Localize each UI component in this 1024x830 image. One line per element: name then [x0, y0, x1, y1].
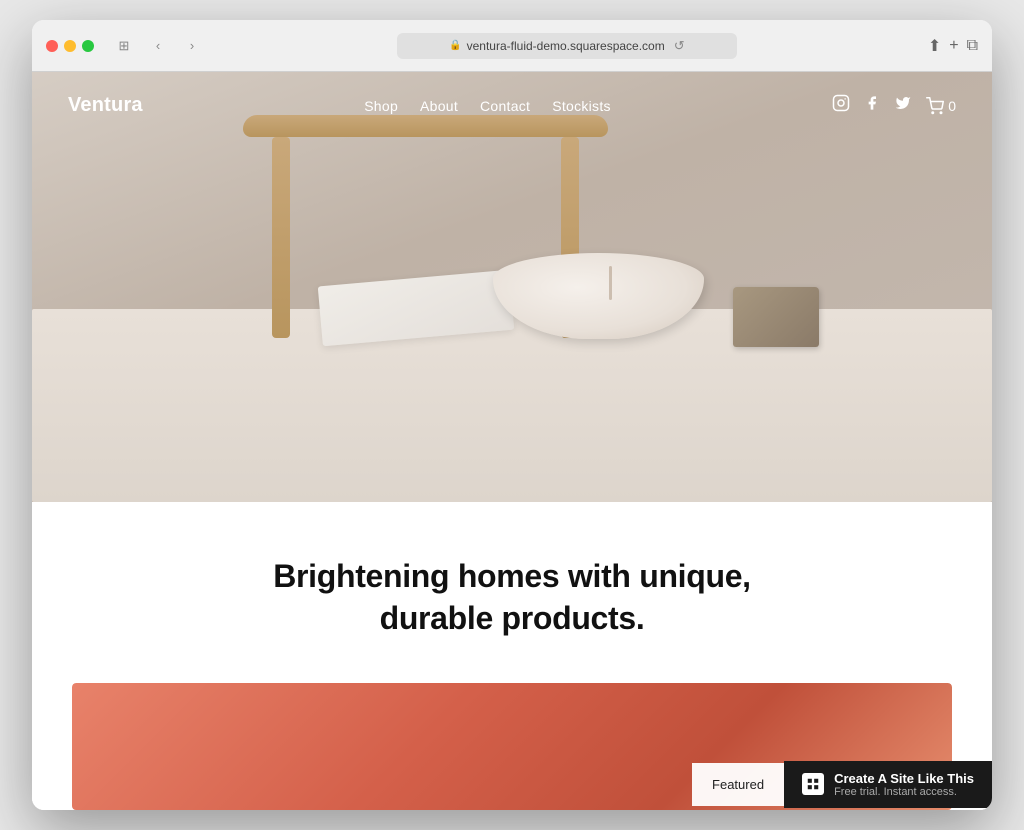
nav-stockists[interactable]: Stockists: [552, 98, 611, 114]
site-nav: Ventura Shop About Contact Stockists: [32, 72, 992, 139]
address-bar-wrap: 🔒 ventura-fluid-demo.squarespace.com ↺: [216, 33, 918, 59]
cta-main-text: Create A Site Like This: [834, 771, 974, 786]
facebook-icon[interactable]: [864, 94, 880, 117]
tagline-section: Brightening homes with unique, durable p…: [32, 502, 992, 683]
site-wrapper: Ventura Shop About Contact Stockists: [32, 72, 992, 810]
reload-icon[interactable]: ↺: [674, 38, 685, 54]
traffic-lights: [46, 40, 94, 52]
share-icon[interactable]: ⬆: [928, 36, 941, 56]
browser-window: ⊞ ‹ › 🔒 ventura-fluid-demo.squarespace.c…: [32, 20, 992, 810]
photo-bowl: [493, 253, 704, 339]
nav-about[interactable]: About: [420, 98, 458, 114]
bowl-body: [493, 253, 704, 339]
cta-sub-text: Free trial. Instant access.: [834, 786, 974, 798]
duplicate-icon[interactable]: ⧉: [967, 37, 978, 55]
instagram-icon[interactable]: [832, 94, 850, 117]
nav-shop[interactable]: Shop: [364, 98, 398, 114]
new-tab-icon[interactable]: +: [949, 37, 958, 55]
bottom-bar: Featured Create A Site Like This Free tr…: [32, 758, 992, 810]
tagline-line1: Brightening homes with unique,: [273, 558, 751, 594]
url-text: ventura-fluid-demo.squarespace.com: [467, 39, 665, 53]
sidebar-toggle[interactable]: ⊞: [110, 35, 138, 57]
bowl-drip: [609, 266, 612, 300]
cart-icon[interactable]: 0: [926, 97, 956, 115]
nav-links: Shop About Contact Stockists: [364, 98, 611, 114]
address-bar[interactable]: 🔒 ventura-fluid-demo.squarespace.com ↺: [397, 33, 737, 59]
squarespace-cta[interactable]: Create A Site Like This Free trial. Inst…: [784, 761, 992, 808]
tagline-line2: durable products.: [380, 600, 645, 636]
browser-actions: ⬆ + ⧉: [928, 36, 978, 56]
nav-social: 0: [832, 94, 956, 117]
squarespace-logo: [802, 773, 824, 795]
hero-section: Ventura Shop About Contact Stockists: [32, 72, 992, 502]
minimize-button[interactable]: [64, 40, 76, 52]
featured-label: Featured: [692, 763, 784, 806]
cart-count: 0: [948, 98, 956, 114]
back-button[interactable]: ‹: [144, 35, 172, 57]
close-button[interactable]: [46, 40, 58, 52]
lock-icon: 🔒: [449, 40, 461, 51]
photo-cup: [733, 287, 819, 347]
site-content: Ventura Shop About Contact Stockists: [32, 72, 992, 810]
browser-controls: ⊞ ‹ ›: [110, 35, 206, 57]
fullscreen-button[interactable]: [82, 40, 94, 52]
twitter-icon[interactable]: [894, 95, 912, 116]
forward-button[interactable]: ›: [178, 35, 206, 57]
browser-chrome: ⊞ ‹ › 🔒 ventura-fluid-demo.squarespace.c…: [32, 20, 992, 72]
squarespace-text: Create A Site Like This Free trial. Inst…: [834, 771, 974, 798]
nav-contact[interactable]: Contact: [480, 98, 530, 114]
tagline: Brightening homes with unique, durable p…: [72, 556, 952, 639]
site-logo[interactable]: Ventura: [68, 94, 143, 117]
chair-leg-left: [272, 137, 290, 338]
